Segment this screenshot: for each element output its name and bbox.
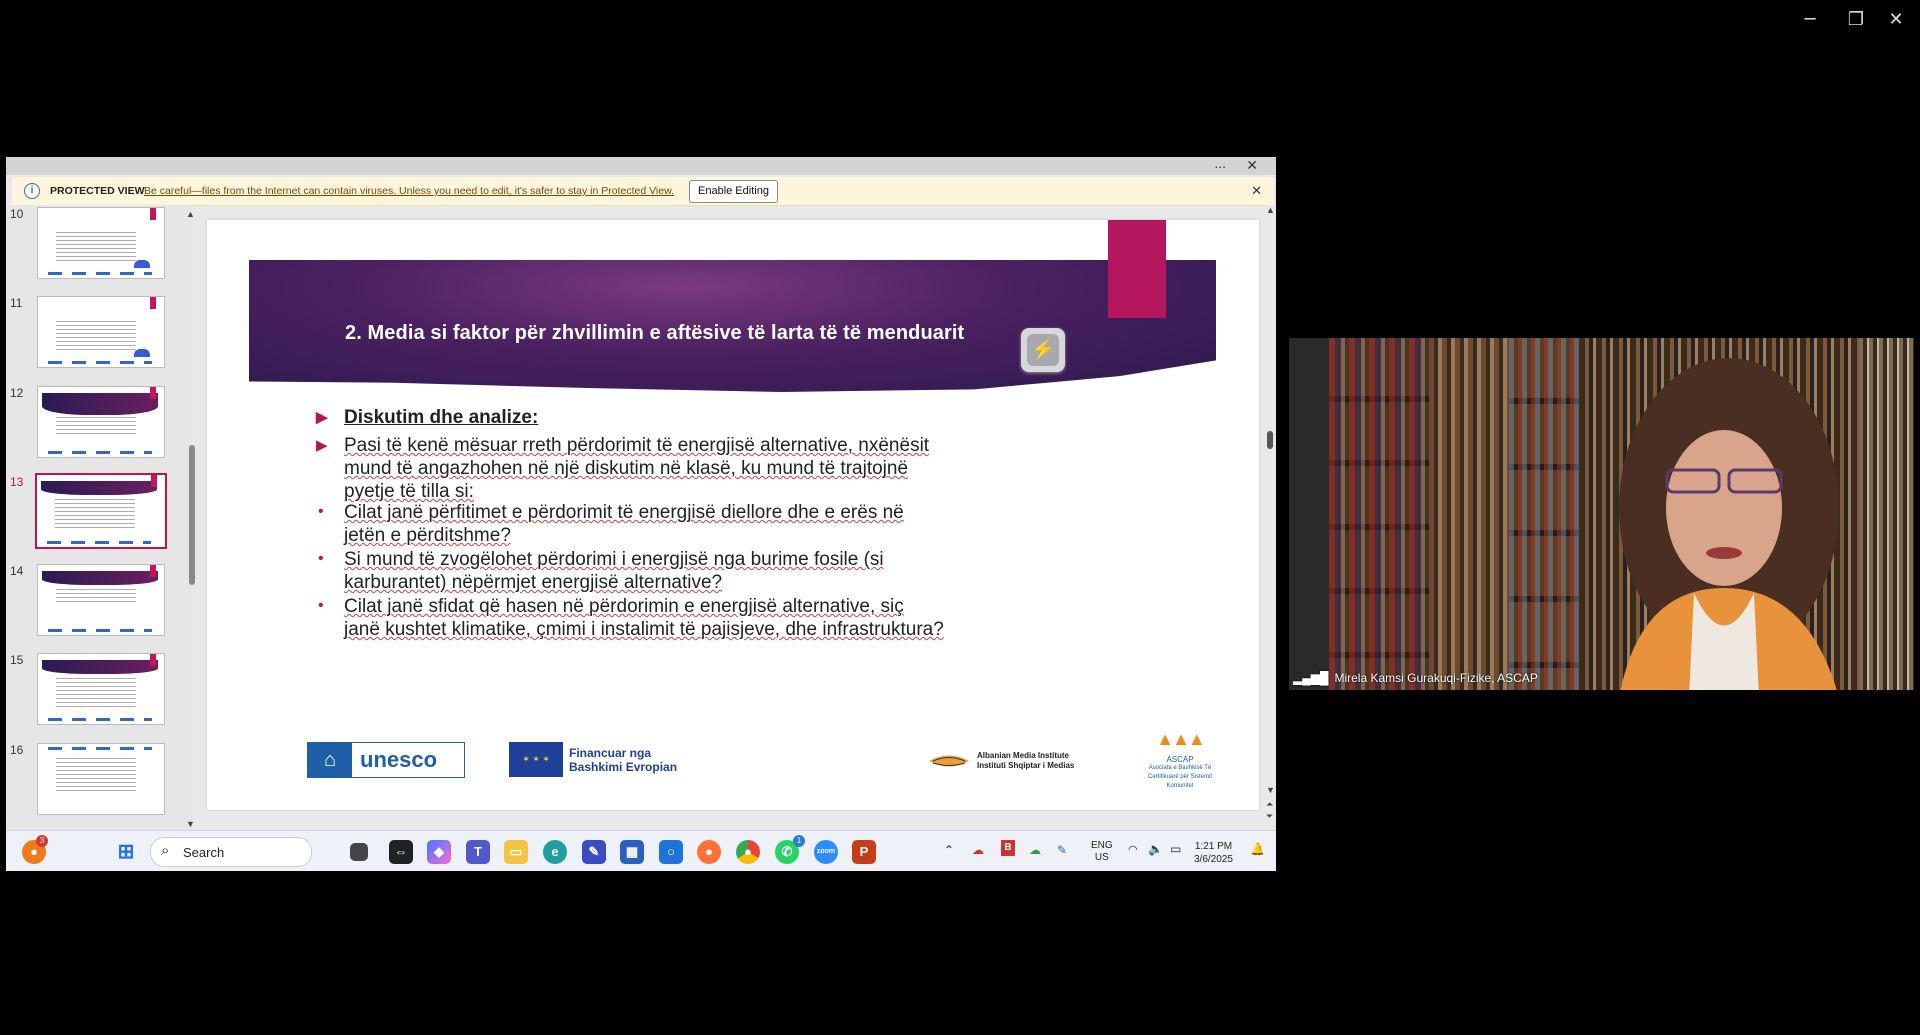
volume-icon[interactable]: 🔈: [1148, 842, 1163, 856]
prev-slide-icon[interactable]: ⏶: [1266, 799, 1273, 810]
visual-studio-icon[interactable]: ✎: [582, 840, 606, 864]
slide-thumbnail[interactable]: [37, 653, 165, 725]
slide-thumbnail[interactable]: [37, 386, 165, 458]
slide-question: • Cilat janë përfitimet e përdorimit të e…: [318, 502, 904, 546]
battery-icon[interactable]: ▭: [1170, 842, 1181, 856]
participant-figure: [1619, 358, 1839, 690]
dot-bullet-icon: •: [318, 503, 324, 520]
slide-thumbnail-active[interactable]: [35, 473, 167, 549]
temple-icon: ⌂: [308, 743, 352, 777]
teams-icon[interactable]: T: [466, 840, 490, 864]
zoom-icon[interactable]: zoom: [814, 840, 838, 864]
slide-thumbnail[interactable]: [37, 207, 165, 279]
slide-heading: ▶ Diskutim dhe analize:: [316, 407, 539, 428]
close-button[interactable]: ✕: [1873, 8, 1919, 32]
slide-intro: ▶ Pasi të kenë mësuar rreth përdorimit të…: [316, 435, 930, 502]
thumb-number: 11: [10, 296, 23, 310]
ami-logo-text: Albanian Media Institute Instituti Shqip…: [977, 751, 1075, 770]
notifications-bell-icon[interactable]: 🔔: [1250, 842, 1265, 856]
eu-funding-text: Financuar nga Bashkimi Evropian: [569, 746, 678, 774]
file-explorer-icon[interactable]: ▭: [504, 840, 528, 864]
triangle-bullet-icon: ▶: [316, 409, 328, 426]
participant-name: ▂▄▆█ Mirela Kamsi Gurakuqi-Fizike, ASCAP: [1293, 671, 1538, 685]
task-view-icon[interactable]: [350, 843, 368, 861]
dot-bullet-icon: •: [318, 597, 324, 614]
notification-badge: 3: [36, 835, 48, 847]
minimize-button[interactable]: ─: [1787, 8, 1833, 32]
pen-icon: ⚡: [1027, 334, 1059, 366]
next-slide-icon[interactable]: ⏷: [1266, 811, 1273, 822]
thumb-number: 12: [10, 386, 24, 400]
slide-question: • Cilat janë sfidat që hasen në përdorimi…: [318, 596, 944, 640]
edge-icon[interactable]: e: [543, 840, 567, 864]
participant-video: ▂▄▆█ Mirela Kamsi Gurakuqi-Fizike, ASCAP: [1289, 338, 1914, 690]
wifi-icon[interactable]: ◠: [1128, 843, 1138, 856]
unesco-logo: ⌂ unesco: [307, 742, 465, 778]
firefox-icon[interactable]: ●: [697, 840, 721, 864]
thumb-number: 16: [10, 743, 24, 757]
protected-view-bar: i PROTECTED VIEW Be careful—files from t…: [12, 177, 1274, 206]
thumb-number: 13: [10, 475, 24, 489]
slide-title-banner: 2. Media si faktor për zhvillimin e aftë…: [249, 260, 1216, 392]
shared-screen: ... ✕ i PROTECTED VIEW Be careful—files …: [6, 157, 1276, 871]
slide-thumbnail[interactable]: [37, 564, 165, 636]
signal-bars-icon: ▂▄▆█: [1293, 671, 1329, 685]
clock[interactable]: 1:21 PM 3/6/2025: [1194, 840, 1233, 866]
outlook-icon[interactable]: ○: [659, 840, 683, 864]
thumb-number: 14: [10, 564, 24, 578]
pen-tray-icon[interactable]: ✎: [1057, 843, 1067, 857]
copilot-icon[interactable]: ◆: [427, 840, 451, 864]
thumb-number: 15: [10, 653, 24, 667]
ascap-mark-icon: ▲▲▲: [1156, 729, 1205, 749]
scroll-thumb[interactable]: [1267, 431, 1273, 449]
info-shield-icon: i: [24, 183, 40, 199]
thumb-scrollbar[interactable]: [189, 445, 195, 585]
scroll-up-icon[interactable]: ▲: [1266, 205, 1275, 215]
thumb-number: 10: [10, 207, 24, 221]
slide-question: • Si mund të zvogëlohet përdorimi i energ…: [318, 549, 884, 593]
windows-start-icon[interactable]: ⊞: [114, 840, 138, 864]
search-icon: ⌕: [161, 842, 170, 859]
pen-tool-button[interactable]: ⚡: [1021, 328, 1065, 372]
slide-thumbnails-panel: ▲ 10 11 12 13 14 15 16 ▼: [6, 205, 195, 830]
thumb-scroll-up-icon[interactable]: ▲: [186, 209, 195, 219]
triangle-bullet-icon: ▶: [316, 437, 328, 454]
ascap-logo: ▲▲▲ ASCAP Asociata e Bashkisë Të Certifi…: [1140, 729, 1220, 791]
cloud-icon[interactable]: ☁: [972, 843, 984, 857]
slide-canvas: 2. Media si faktor për zhvillimin e aftë…: [207, 220, 1259, 810]
close-share-icon[interactable]: ✕: [1246, 157, 1258, 174]
store-icon[interactable]: ▦: [620, 840, 644, 864]
pink-accent-rect: [1108, 220, 1166, 318]
dot-bullet-icon: •: [318, 550, 324, 567]
whatsapp-badge: 1: [793, 835, 805, 847]
powerpoint-icon[interactable]: P: [852, 840, 876, 864]
taskbar-search[interactable]: ⌕ Search: [150, 837, 312, 867]
slide-scrollbar[interactable]: ▲ ▼ ⏶ ⏷: [1265, 205, 1276, 825]
slide-thumbnail[interactable]: [37, 743, 165, 815]
close-bar-icon[interactable]: ✕: [1251, 183, 1262, 199]
onedrive-icon[interactable]: ☁: [1029, 843, 1041, 857]
teamviewer-icon[interactable]: ⇔: [389, 840, 413, 864]
slide-thumbnail[interactable]: [37, 296, 165, 368]
eu-flag-logo: ✶ ✶ ✶: [509, 742, 563, 777]
b-app-icon[interactable]: B: [1001, 840, 1015, 856]
thumb-scroll-down-icon[interactable]: ▼: [186, 819, 195, 829]
scroll-down-icon[interactable]: ▼: [1266, 785, 1275, 795]
language-indicator[interactable]: ENG US: [1091, 840, 1113, 864]
enable-editing-button[interactable]: Enable Editing: [689, 180, 778, 203]
ami-logo-icon: [929, 755, 969, 767]
more-options-icon[interactable]: ...: [1214, 157, 1226, 171]
show-hidden-icons[interactable]: ⌃: [944, 843, 954, 857]
chrome-icon[interactable]: ●: [736, 840, 760, 864]
slide-title: 2. Media si faktor për zhvillimin e aftë…: [345, 322, 965, 344]
protected-view-title: PROTECTED VIEW: [50, 185, 145, 197]
protected-view-message[interactable]: Be careful—files from the Internet can c…: [144, 185, 674, 197]
taskbar: ● 3 ⊞ ⌕ Search ⇔ ◆ T ▭ e ✎ ▦ ○ ● ● ✆ 1 z…: [6, 830, 1276, 871]
share-top-strip: ... ✕: [6, 157, 1276, 175]
